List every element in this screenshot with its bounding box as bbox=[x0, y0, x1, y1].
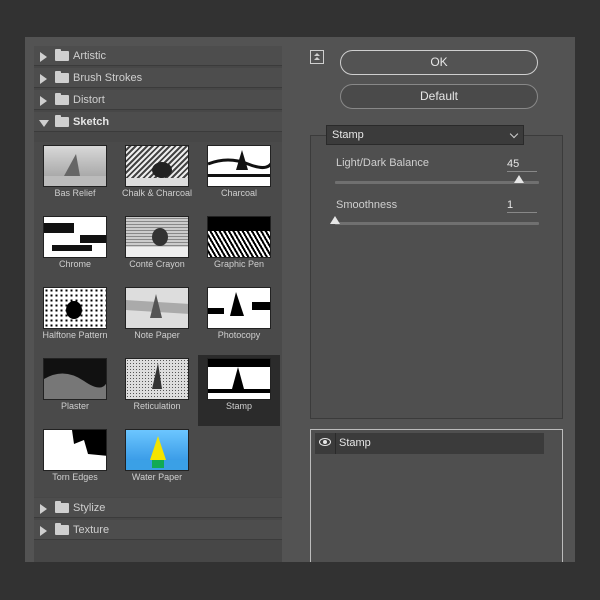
filter-preview-image bbox=[207, 216, 271, 258]
filter-label: Note Paper bbox=[134, 330, 180, 340]
filter-note-paper[interactable]: Note Paper bbox=[116, 284, 198, 355]
filter-reticulation[interactable]: Reticulation bbox=[116, 355, 198, 426]
category-sketch[interactable]: Sketch bbox=[34, 112, 282, 132]
folder-icon bbox=[55, 71, 69, 83]
folder-icon bbox=[55, 501, 69, 513]
collapse-arrow-icon bbox=[39, 120, 49, 127]
filter-label: Water Paper bbox=[131, 472, 183, 482]
filter-settings-panel bbox=[310, 135, 563, 419]
layer-name: Stamp bbox=[339, 437, 371, 449]
filter-label: Chrome bbox=[58, 259, 91, 269]
category-stylize[interactable]: Stylize bbox=[34, 498, 282, 518]
filter-preview-image bbox=[125, 216, 189, 258]
filter-chrome[interactable]: Chrome bbox=[34, 213, 116, 284]
filter-photocopy[interactable]: Photocopy bbox=[198, 284, 280, 355]
filter-preview-image bbox=[207, 358, 271, 400]
light-dark-balance-label: Light/Dark Balance bbox=[336, 157, 429, 169]
filter-label: Plaster bbox=[60, 401, 89, 411]
filter-preview-image bbox=[125, 287, 189, 329]
filter-preview-image bbox=[43, 216, 107, 258]
filter-preview-image bbox=[207, 287, 271, 329]
filter-browser: Artistic Brush Strokes Distort Sketch Ba… bbox=[34, 46, 282, 562]
filter-charcoal[interactable]: Charcoal bbox=[198, 142, 280, 213]
category-label: Sketch bbox=[73, 116, 110, 128]
filter-chalk-charcoal[interactable]: Chalk & Charcoal bbox=[116, 142, 198, 213]
smoothness-slider[interactable] bbox=[330, 216, 539, 225]
filter-water-paper[interactable]: Water Paper bbox=[116, 426, 198, 497]
category-label: Texture bbox=[73, 524, 110, 536]
filter-label: Graphic Pen bbox=[213, 259, 265, 269]
filter-label: Charcoal bbox=[220, 188, 258, 198]
filter-plaster[interactable]: Plaster bbox=[34, 355, 116, 426]
smoothness-label: Smoothness bbox=[336, 199, 398, 211]
smoothness-input[interactable]: 1 bbox=[507, 199, 537, 213]
filter-label: Photocopy bbox=[217, 330, 261, 340]
effect-layer-stamp[interactable]: Stamp bbox=[315, 433, 544, 454]
expand-arrow-icon bbox=[40, 526, 47, 536]
filter-preview-image bbox=[43, 145, 107, 187]
category-label: Stylize bbox=[73, 502, 106, 514]
category-label: Artistic bbox=[73, 50, 106, 62]
filter-label: Reticulation bbox=[133, 401, 181, 411]
filter-torn-edges[interactable]: Torn Edges bbox=[34, 426, 116, 497]
filter-preview-image bbox=[125, 145, 189, 187]
filter-preview-image bbox=[125, 358, 189, 400]
expand-arrow-icon bbox=[40, 74, 47, 84]
folder-icon bbox=[55, 115, 69, 127]
light-dark-balance-slider[interactable] bbox=[335, 175, 539, 184]
category-texture[interactable]: Texture bbox=[34, 520, 282, 540]
ok-button[interactable]: OK bbox=[340, 50, 538, 75]
category-brush-strokes[interactable]: Brush Strokes bbox=[34, 68, 282, 88]
category-distort[interactable]: Distort bbox=[34, 90, 282, 110]
filter-gallery-dialog: Artistic Brush Strokes Distort Sketch Ba… bbox=[25, 37, 575, 562]
filter-select[interactable]: Stamp bbox=[326, 125, 524, 145]
filter-label: Halftone Pattern bbox=[42, 330, 108, 340]
folder-icon bbox=[55, 49, 69, 61]
default-button[interactable]: Default bbox=[340, 84, 538, 109]
category-label: Distort bbox=[73, 94, 105, 106]
filter-preview-image bbox=[125, 429, 189, 471]
category-label: Brush Strokes bbox=[73, 72, 143, 84]
filter-label: Torn Edges bbox=[52, 472, 98, 482]
slider-thumb[interactable] bbox=[513, 175, 524, 183]
filter-label: Stamp bbox=[225, 401, 252, 411]
category-artistic[interactable]: Artistic bbox=[34, 46, 282, 66]
folder-icon bbox=[55, 93, 69, 105]
collapse-gallery-button[interactable] bbox=[310, 50, 324, 64]
expand-arrow-icon bbox=[40, 504, 47, 514]
light-dark-balance-input[interactable]: 45 bbox=[507, 158, 537, 172]
filter-stamp[interactable]: Stamp bbox=[198, 355, 280, 426]
filter-label: Bas Relief bbox=[54, 188, 96, 198]
filter-bas-relief[interactable]: Bas Relief bbox=[34, 142, 116, 213]
filter-conte-crayon[interactable]: Conté Crayon bbox=[116, 213, 198, 284]
chevron-down-icon bbox=[509, 129, 519, 139]
filter-graphic-pen[interactable]: Graphic Pen bbox=[198, 213, 280, 284]
filter-preview-image bbox=[43, 358, 107, 400]
sketch-filter-thumbnails: Bas Relief Chalk & Charcoal Charcoal Chr bbox=[34, 142, 282, 497]
slider-thumb[interactable] bbox=[330, 216, 340, 224]
folder-icon bbox=[55, 523, 69, 535]
filter-halftone-pattern[interactable]: Halftone Pattern bbox=[34, 284, 116, 355]
filter-preview-image bbox=[43, 429, 107, 471]
filter-preview-image bbox=[207, 145, 271, 187]
expand-arrow-icon bbox=[40, 96, 47, 106]
filter-label: Conté Crayon bbox=[129, 259, 185, 269]
filter-preview-image bbox=[43, 287, 107, 329]
filter-label: Chalk & Charcoal bbox=[121, 188, 193, 198]
expand-arrow-icon bbox=[40, 52, 47, 62]
eye-visibility-icon[interactable] bbox=[319, 438, 331, 446]
divider bbox=[335, 433, 336, 454]
filter-select-value: Stamp bbox=[332, 129, 364, 141]
